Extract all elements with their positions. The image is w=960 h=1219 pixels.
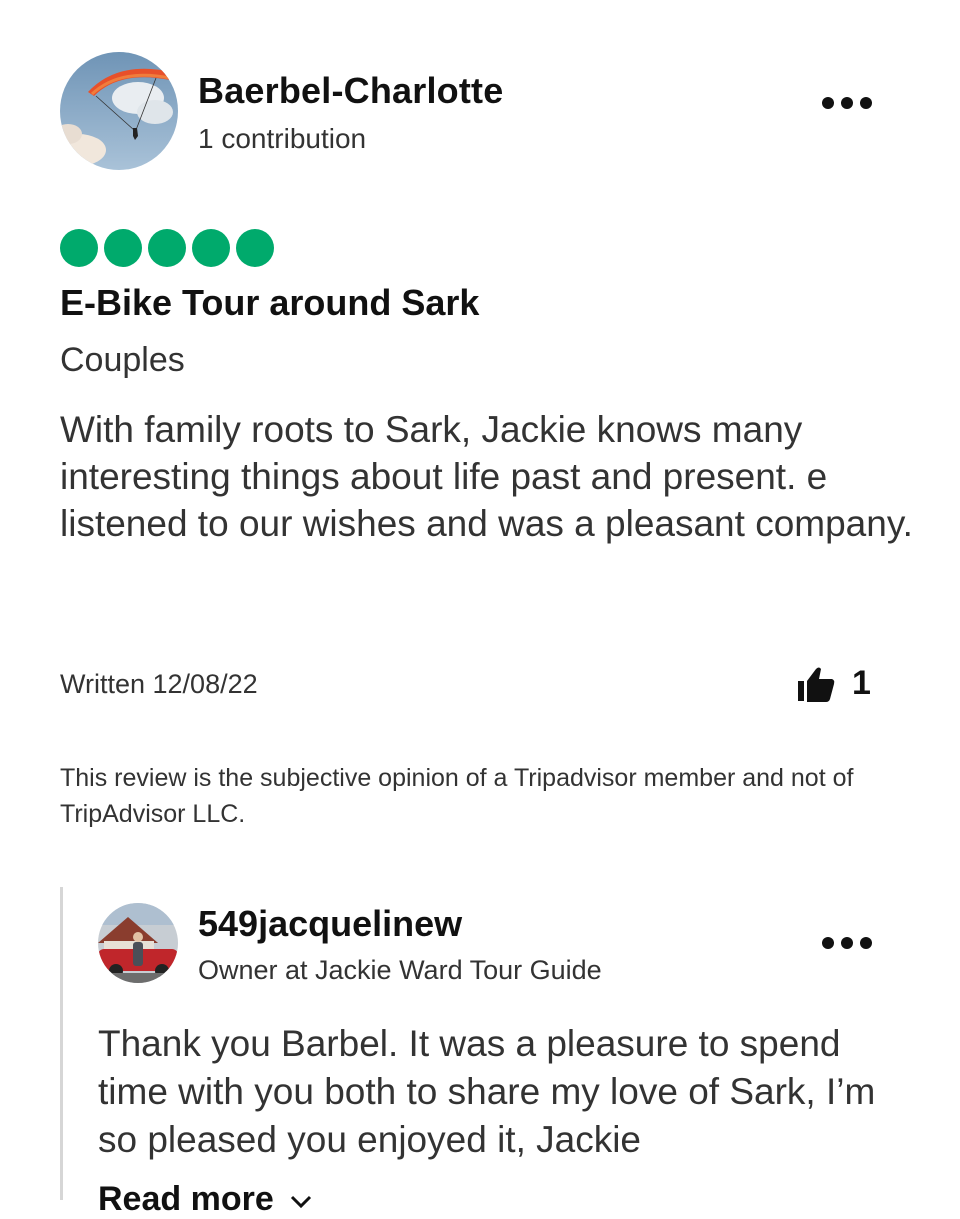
owner-response-text: Thank you Barbel. It was a pleasure to s… [98, 1023, 876, 1160]
avatar[interactable] [60, 52, 178, 170]
review-title: E-Bike Tour around Sark [60, 282, 480, 323]
rating-bubble-filled [60, 229, 98, 267]
bubble-rating [60, 229, 274, 267]
chevron-down-icon [291, 1195, 312, 1209]
more-options-button[interactable] [822, 88, 872, 118]
helpful-vote-button[interactable]: 1 [796, 664, 871, 703]
response-divider [60, 887, 63, 1200]
review-card: Baerbel-Charlotte 1 contribution E-Bike … [0, 0, 960, 1218]
rating-bubble-filled [148, 229, 186, 267]
contribution-count: 1 contribution [198, 123, 367, 154]
owner-name[interactable]: 549jacquelinew [198, 903, 462, 945]
review-text: With family roots to Sark, Jackie knows … [60, 409, 913, 544]
thumbs-up-icon [798, 667, 835, 702]
review-disclaimer: This review is the subjective opinion of… [60, 764, 854, 828]
read-more-label: Read more [98, 1180, 274, 1218]
owner-avatar[interactable] [98, 903, 178, 983]
owner-role: Owner at Jackie Ward Tour Guide [198, 955, 602, 985]
rating-bubble-filled [236, 229, 274, 267]
rating-bubble-filled [104, 229, 142, 267]
more-options-icon [822, 937, 834, 949]
response-more-options-button[interactable] [822, 928, 872, 958]
written-date: Written 12/08/22 [60, 669, 258, 699]
rating-bubble-filled [192, 229, 230, 267]
user-name[interactable]: Baerbel-Charlotte [198, 70, 503, 112]
helpful-count: 1 [852, 664, 871, 702]
trip-type: Couples [60, 341, 185, 379]
more-options-icon [822, 97, 834, 109]
